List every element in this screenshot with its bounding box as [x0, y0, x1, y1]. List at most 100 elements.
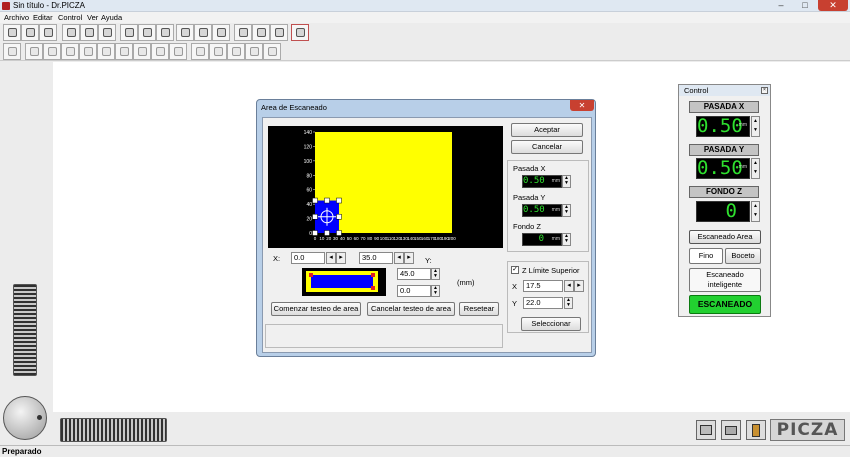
control-pasada-y-spinner[interactable]: ▲ ▼ [751, 158, 760, 179]
height-spinner[interactable]: ▲ ▼ [431, 285, 440, 297]
sec-tool-6[interactable] [97, 43, 115, 60]
control-fondo-z-display[interactable]: 0 [696, 201, 750, 222]
height-input[interactable]: 0.0 [397, 285, 431, 297]
zy-spinner[interactable]: ▲ ▼ [564, 297, 573, 309]
pointer-icon [7, 28, 17, 37]
smart-scan-button[interactable]: Escaneado inteligente [689, 268, 761, 292]
mini-handle-tl[interactable] [309, 273, 313, 277]
mini-handle-br[interactable] [371, 286, 375, 290]
width-input[interactable]: 45.0 [397, 268, 431, 280]
menu-control[interactable]: Control [58, 13, 82, 22]
select-tool-button[interactable] [3, 24, 21, 41]
zx-right-button[interactable]: ▸ [574, 280, 584, 292]
layer-button[interactable] [270, 24, 288, 41]
resize-handle-7[interactable] [336, 230, 342, 236]
resize-handle-1[interactable] [324, 197, 330, 204]
move-tool-button[interactable] [21, 24, 39, 41]
pasada-x-spinner[interactable]: ▲ ▼ [562, 175, 571, 188]
sec-tool-2[interactable] [25, 43, 43, 60]
maximize-button[interactable]: □ [794, 0, 816, 11]
scan-area-preview[interactable]: 1401201008060402000 10 20 30 40 50 60 70 80 90 100… [268, 126, 503, 248]
sec-tool-5[interactable] [79, 43, 97, 60]
sec-tool-10[interactable] [169, 43, 187, 60]
sec-tool-11[interactable] [191, 43, 209, 60]
z-limit-checkbox[interactable]: ✓ [511, 266, 519, 274]
resize-handle-0[interactable] [312, 197, 318, 204]
menu-archivo[interactable]: Archivo [4, 13, 29, 22]
sec-tool-4[interactable] [61, 43, 79, 60]
cancel-button[interactable]: Cancelar [511, 140, 583, 154]
control-pasada-x-spinner[interactable]: ▲ ▼ [751, 116, 760, 137]
zx-left-button[interactable]: ◂ [564, 280, 574, 292]
x-jog-wheel[interactable] [60, 418, 167, 442]
x-input[interactable]: 0.0 [291, 252, 325, 264]
sec-tool-8[interactable] [133, 43, 151, 60]
rotation-knob[interactable] [3, 396, 47, 440]
sec-tool-13[interactable] [227, 43, 245, 60]
menu-ver[interactable]: Ver [87, 13, 98, 22]
y-right-button[interactable]: ▸ [404, 252, 414, 264]
view-surface-button[interactable] [138, 24, 156, 41]
zoom-fit-button[interactable] [98, 24, 116, 41]
control-fondo-z-spinner[interactable]: ▲ ▼ [751, 201, 760, 222]
printer-icon[interactable] [721, 420, 741, 440]
pasada-y-spinner[interactable]: ▲ ▼ [562, 204, 571, 217]
control-close-button[interactable]: × [761, 87, 768, 94]
monitor-icon[interactable] [696, 420, 716, 440]
zoom-out-button[interactable] [80, 24, 98, 41]
minimize-button[interactable]: – [770, 0, 792, 11]
control-pasada-x-display[interactable]: 0.50 mm [696, 116, 750, 137]
y-input[interactable]: 35.0 [359, 252, 393, 264]
y-left-button[interactable]: ◂ [394, 252, 404, 264]
x-left-button[interactable]: ◂ [326, 252, 336, 264]
width-spinner[interactable]: ▲ ▼ [431, 268, 440, 280]
fino-button[interactable]: Fino [689, 248, 723, 264]
menu-editar[interactable]: Editar [33, 13, 53, 22]
control-fondo-z-value: 0 [725, 200, 737, 222]
x-right-button[interactable]: ▸ [336, 252, 346, 264]
control-pasada-y-display[interactable]: 0.50 mm [696, 158, 750, 179]
sec-tool-14[interactable] [245, 43, 263, 60]
hand-tool-button[interactable] [39, 24, 57, 41]
exit-door-icon[interactable] [746, 420, 766, 440]
fondo-z-spinner[interactable]: ▲ ▼ [562, 233, 571, 246]
start-area-test-button[interactable]: Comenzar testeo de area [271, 302, 361, 316]
fill-tool-button[interactable] [176, 24, 194, 41]
view-sphere-button[interactable] [156, 24, 174, 41]
resize-handle-2[interactable] [336, 197, 342, 204]
reset-button[interactable]: Resetear [459, 302, 499, 316]
resize-handle-6[interactable] [324, 230, 330, 236]
scan-area-button[interactable]: Escaneado Area [689, 230, 761, 244]
zx-label: X [512, 282, 518, 291]
paste-button[interactable] [252, 24, 270, 41]
sec-tool-12[interactable] [209, 43, 227, 60]
close-button[interactable]: ✕ [818, 0, 848, 11]
sec-tool-9[interactable] [151, 43, 169, 60]
copy-button[interactable] [234, 24, 252, 41]
cancel-area-test-button[interactable]: Cancelar testeo de area [367, 302, 455, 316]
sec-tool-3[interactable] [43, 43, 61, 60]
sec-tool-7[interactable] [115, 43, 133, 60]
window-icon [213, 47, 223, 56]
scan-start-button[interactable]: ESCANEADO [689, 295, 761, 314]
scan-tool-button[interactable] [291, 24, 309, 41]
accept-button[interactable]: Aceptar [511, 123, 583, 137]
resize-handle-4[interactable] [336, 214, 342, 220]
mini-handle-tr[interactable] [371, 273, 375, 277]
zx-input[interactable]: 17.5 [523, 280, 563, 292]
dialog-close-button[interactable]: ✕ [570, 100, 594, 111]
pasada-y-display[interactable]: 0.50 mm [522, 204, 562, 217]
zy-input[interactable]: 22.0 [523, 297, 563, 309]
fondo-z-display[interactable]: 0 mm [522, 233, 562, 246]
menu-ayuda[interactable]: Ayuda [101, 13, 122, 22]
boceto-button[interactable]: Boceto [725, 248, 761, 264]
sec-tool-15[interactable] [263, 43, 281, 60]
blank-tool-button[interactable] [212, 24, 230, 41]
pen-tool-button[interactable] [194, 24, 212, 41]
zoom-in-button[interactable] [62, 24, 80, 41]
pasada-x-display[interactable]: 0.50 mm [522, 175, 562, 188]
z-jog-wheel[interactable] [13, 284, 37, 376]
view-3d-button[interactable] [120, 24, 138, 41]
sec-tool-1[interactable] [3, 43, 21, 60]
select-button[interactable]: Seleccionar [521, 317, 581, 331]
